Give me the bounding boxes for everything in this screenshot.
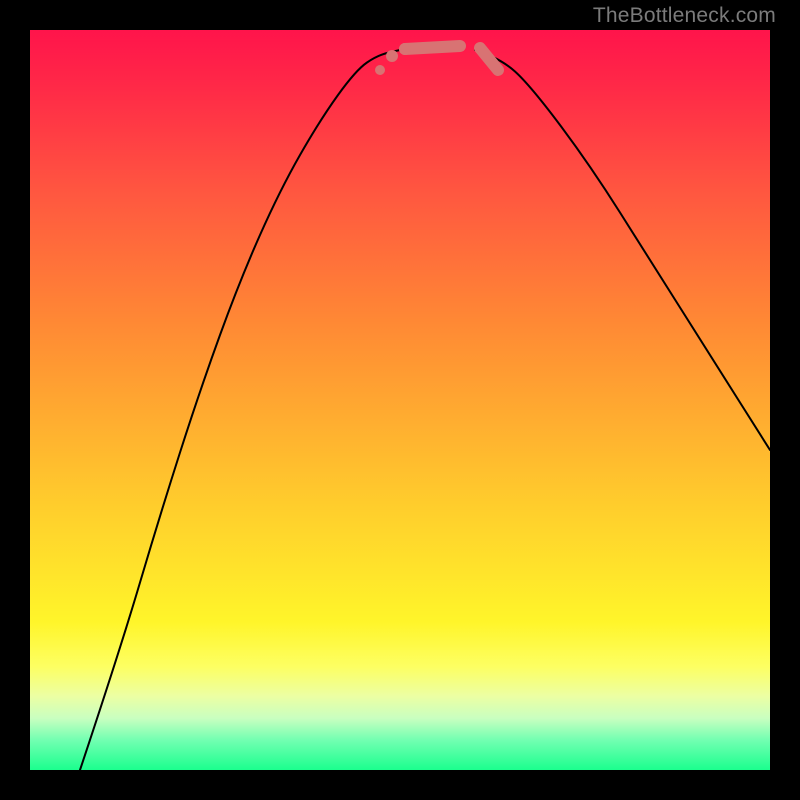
- trough-markers: [375, 43, 498, 75]
- trough-marker-dot: [386, 50, 398, 62]
- left-descending-curve: [80, 50, 400, 770]
- plot-svg: [30, 30, 770, 770]
- trough-right-segment: [480, 48, 498, 70]
- trough-flat-segment: [405, 46, 460, 49]
- right-ascending-curve: [475, 50, 770, 450]
- watermark-text: TheBottleneck.com: [593, 4, 776, 28]
- chart-frame: TheBottleneck.com: [0, 0, 800, 800]
- trough-marker-dot: [399, 43, 411, 55]
- trough-marker-dot: [375, 65, 385, 75]
- plot-area: [30, 30, 770, 770]
